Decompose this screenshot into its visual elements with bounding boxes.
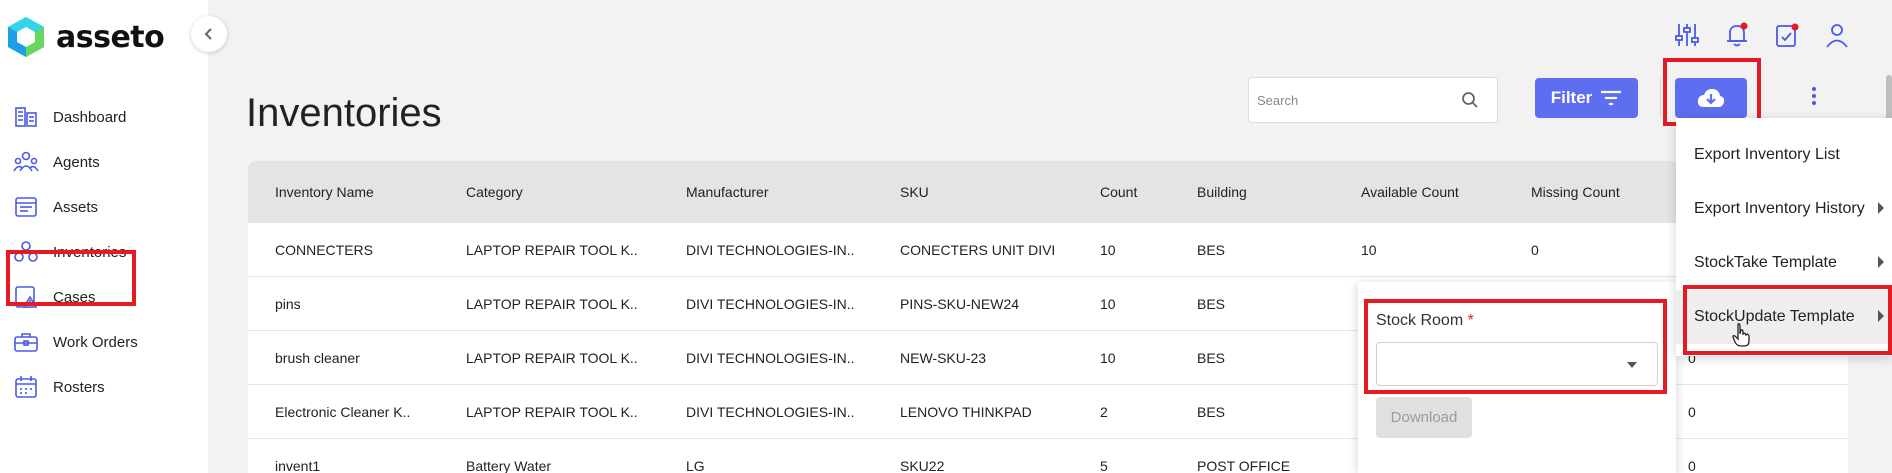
column-header[interactable]: Missing Count — [1531, 184, 1620, 200]
search-box[interactable] — [1248, 77, 1498, 123]
asseto-logo-icon — [8, 17, 44, 57]
table-cell: SKU22 — [900, 458, 945, 473]
table-cell: 5 — [1100, 458, 1108, 473]
table-cell: 0 — [1688, 458, 1696, 473]
menu-item-export-inventory-history[interactable]: Export Inventory History — [1676, 182, 1892, 236]
table-cell: BES — [1197, 242, 1226, 258]
table-cell: 0 — [1688, 404, 1696, 420]
user-profile-icon[interactable] — [1822, 20, 1852, 50]
table-cell: LG — [686, 458, 705, 473]
table-cell: CONNECTERS — [275, 242, 374, 258]
table-cell: BES — [1197, 296, 1226, 312]
column-header[interactable]: Inventory Name — [275, 184, 374, 200]
table-row[interactable]: CONNECTERS LAPTOP REPAIR TOOL K.. DIVI T… — [248, 223, 1848, 277]
column-header[interactable]: Building — [1197, 184, 1247, 200]
hand-cursor-icon — [1732, 323, 1750, 347]
popover-download-button[interactable]: Download — [1376, 397, 1472, 438]
menu-item-stocktake-template[interactable]: StockTake Template — [1676, 236, 1892, 290]
work-orders-icon — [14, 333, 38, 352]
inventories-highlight-box — [6, 250, 136, 306]
table-cell: LAPTOP REPAIR TOOL K.. — [466, 296, 638, 312]
rosters-icon — [15, 376, 37, 398]
table-cell: POST OFFICE — [1197, 458, 1291, 473]
stock-room-highlight-box — [1364, 299, 1667, 394]
page-title: Inventories — [246, 91, 442, 135]
assets-icon — [15, 197, 37, 217]
agents-icon — [13, 151, 39, 172]
dashboard-icon — [15, 107, 37, 127]
sidebar: asseto Dashboard Agents Assets Inventori… — [0, 0, 208, 473]
table-cell: DIVI TECHNOLOGIES-IN.. — [686, 350, 855, 366]
menu-item-export-inventory-list[interactable]: Export Inventory List — [1676, 128, 1892, 182]
app-name: asseto — [56, 19, 165, 55]
table-cell: BES — [1197, 350, 1226, 366]
table-cell: DIVI TECHNOLOGIES-IN.. — [686, 404, 855, 420]
column-header[interactable]: Manufacturer — [686, 184, 768, 200]
sidebar-item-rosters[interactable]: Rosters — [0, 360, 208, 414]
menu-item-label: Export Inventory List — [1694, 146, 1840, 163]
table-cell: LAPTOP REPAIR TOOL K.. — [466, 350, 638, 366]
column-header[interactable]: Category — [466, 184, 523, 200]
sidebar-item-label: Rosters — [53, 378, 105, 396]
table-header: Inventory Name Category Manufacturer SKU… — [248, 161, 1848, 223]
sidebar-item-label: Assets — [53, 198, 99, 216]
filter-button[interactable]: Filter — [1535, 78, 1638, 118]
table-cell: PINS-SKU-NEW24 — [900, 296, 1020, 312]
table-cell: DIVI TECHNOLOGIES-IN.. — [686, 242, 855, 258]
table-cell: pins — [275, 296, 301, 312]
table-cell: 2 — [1100, 404, 1108, 420]
sidebar-item-label: Dashboard — [53, 108, 127, 126]
sidebar-collapse-button[interactable] — [191, 16, 227, 52]
download-highlight-box — [1663, 58, 1761, 126]
filter-lines-icon — [1601, 90, 1622, 106]
search-input[interactable] — [1257, 88, 1457, 112]
table-cell: brush cleaner — [275, 350, 360, 366]
table-cell: LAPTOP REPAIR TOOL K.. — [466, 404, 638, 420]
stockupdate-highlight-box — [1683, 285, 1892, 355]
search-icon[interactable] — [1461, 91, 1479, 109]
submenu-arrow-icon — [1878, 256, 1884, 268]
header-icons — [1672, 20, 1852, 50]
tasks-icon[interactable] — [1772, 20, 1802, 50]
filter-label: Filter — [1550, 88, 1593, 107]
table-cell: 0 — [1531, 242, 1539, 258]
settings-sliders-icon[interactable] — [1672, 20, 1702, 50]
table-cell: DIVI TECHNOLOGIES-IN.. — [686, 296, 855, 312]
table-cell: 10 — [1100, 296, 1116, 312]
more-options-icon[interactable] — [1810, 86, 1818, 106]
table-cell: LENOVO THINKPAD — [900, 404, 1032, 420]
table-cell: CONECTERS UNIT DIVI — [900, 242, 1056, 258]
table-cell: 10 — [1100, 242, 1116, 258]
sidebar-item-label: Work Orders — [53, 333, 138, 351]
table-cell: LAPTOP REPAIR TOOL K.. — [466, 242, 638, 258]
menu-item-label: StockTake Template — [1694, 254, 1837, 271]
submenu-arrow-icon — [1878, 202, 1884, 214]
table-cell: invent1 — [275, 458, 321, 473]
column-header[interactable]: Count — [1100, 184, 1137, 200]
table-cell: 10 — [1100, 350, 1116, 366]
table-cell: 10 — [1361, 242, 1377, 258]
table-cell: BES — [1197, 404, 1226, 420]
sidebar-item-label: Agents — [53, 153, 100, 171]
column-header[interactable]: SKU — [900, 184, 929, 200]
toolbar-divider — [1660, 78, 1661, 118]
chevron-left-icon — [204, 28, 212, 40]
column-header[interactable]: Available Count — [1361, 184, 1459, 200]
menu-item-label: Export Inventory History — [1694, 200, 1865, 217]
table-cell: Battery Water — [466, 458, 552, 473]
table-cell: NEW-SKU-23 — [900, 350, 987, 366]
table-cell: Electronic Cleaner K.. — [275, 404, 411, 420]
app-logo[interactable]: asseto — [6, 15, 165, 59]
notification-bell-icon[interactable] — [1722, 20, 1752, 50]
